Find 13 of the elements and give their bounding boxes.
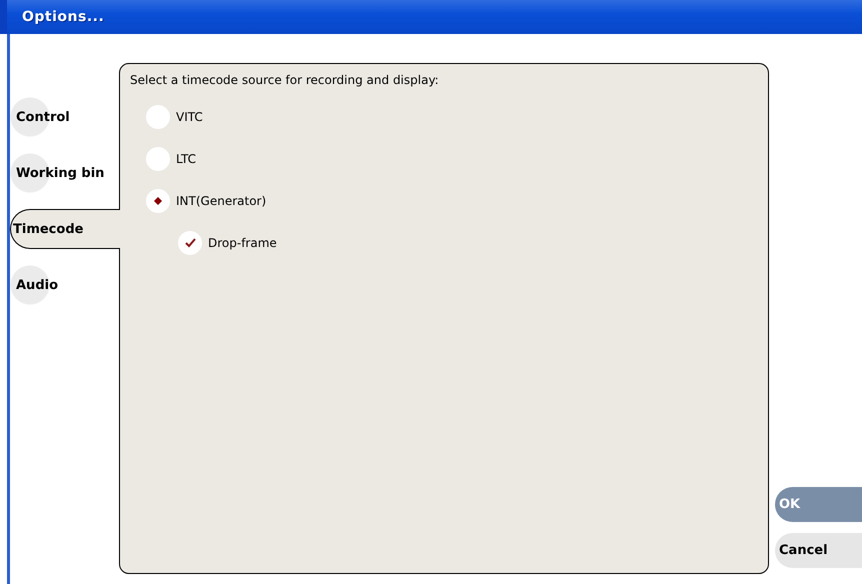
- check-icon: [184, 238, 196, 248]
- checkbox-label: Drop-frame: [208, 236, 277, 250]
- cancel-button[interactable]: Cancel: [775, 533, 862, 568]
- radio-button[interactable]: [146, 147, 170, 171]
- radio-label: LTC: [176, 152, 196, 166]
- panel-heading: Select a timecode source for recording and display:: [130, 73, 440, 87]
- radio-label: INT(Generator): [176, 194, 266, 208]
- tab[interactable]: Timecode: [10, 209, 120, 249]
- radio-label: VITC: [176, 110, 203, 124]
- radio-button[interactable]: [146, 189, 170, 213]
- checkbox[interactable]: [178, 231, 202, 255]
- window-title: Options...: [22, 9, 104, 25]
- radio-button[interactable]: [146, 105, 170, 129]
